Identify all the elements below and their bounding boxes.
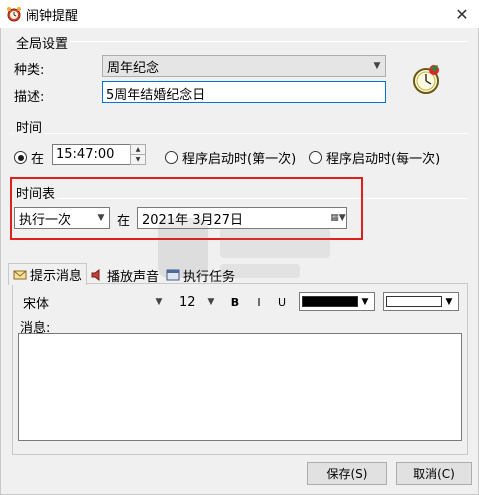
speaker-icon xyxy=(91,269,100,281)
tab-sound-label: 播放声音 xyxy=(107,269,160,285)
tab-task-label: 执行任务 xyxy=(183,269,236,285)
description-input[interactable]: 5周年结婚纪念日 xyxy=(102,81,386,103)
chevron-down-icon: ▼ xyxy=(445,296,453,307)
time-group-label: 时间 xyxy=(14,117,45,136)
radio-indicator xyxy=(309,151,322,164)
text-color-picker[interactable]: ▼ xyxy=(299,292,375,311)
radio-startup-each[interactable]: 程序启动时(每一次) xyxy=(309,148,440,167)
close-icon: ✕ xyxy=(455,4,469,24)
tab-sound[interactable]: 播放声音 xyxy=(86,265,163,285)
frequency-value: 执行一次 xyxy=(19,212,72,228)
alarm-clock-icon xyxy=(7,7,21,22)
chevron-down-icon: ▼ xyxy=(361,296,369,307)
tab-message-label: 提示消息 xyxy=(30,269,83,284)
background-color-swatch xyxy=(386,296,442,307)
date-value: 2021年 3月27日 xyxy=(142,212,244,228)
message-textarea[interactable] xyxy=(18,333,462,441)
category-label: 种类: xyxy=(14,63,45,78)
text-color-swatch xyxy=(302,296,358,307)
time-input[interactable]: 15:47:00 xyxy=(52,144,132,165)
schedule-group-line xyxy=(12,198,468,199)
message-icon xyxy=(13,270,27,279)
time-group-line xyxy=(12,133,468,134)
task-icon xyxy=(166,269,180,281)
global-group-line xyxy=(12,41,468,42)
alarm-clock-icon xyxy=(413,65,439,94)
spin-up-icon[interactable]: ▲ xyxy=(131,145,145,155)
font-size-select[interactable]: 12 ▼ xyxy=(174,292,220,312)
chevron-down-icon: ▼ xyxy=(373,61,381,71)
chevron-down-icon: ▼ xyxy=(155,297,163,307)
spin-down-icon[interactable]: ▼ xyxy=(131,155,145,164)
calendar-dropdown-icon[interactable]: ▦▼ xyxy=(330,213,346,223)
radio-startup-each-label: 程序启动时(每一次) xyxy=(326,152,441,167)
bold-button[interactable]: B xyxy=(228,296,242,309)
italic-button[interactable]: I xyxy=(252,296,266,309)
schedule-group-label: 时间表 xyxy=(14,183,58,202)
time-spinner[interactable]: ▲ ▼ xyxy=(130,144,146,165)
cancel-button[interactable]: 取消(C) xyxy=(396,462,472,485)
font-value: 宋体 xyxy=(23,296,50,312)
underline-button[interactable]: U xyxy=(275,296,289,309)
schedule-at-label: 在 xyxy=(117,214,131,229)
font-size-value: 12 xyxy=(179,294,196,310)
radio-indicator xyxy=(165,151,178,164)
date-picker[interactable]: 2021年 3月27日 ▦▼ xyxy=(137,207,347,229)
save-button[interactable]: 保存(S) xyxy=(307,462,387,485)
chevron-down-icon: ▼ xyxy=(97,213,105,223)
window-title: 闹钟提醒 xyxy=(26,9,79,24)
chevron-down-icon: ▼ xyxy=(207,297,215,307)
radio-selected-indicator xyxy=(14,151,27,164)
tab-task[interactable]: 执行任务 xyxy=(162,265,239,285)
description-label: 描述: xyxy=(14,90,45,105)
radio-startup-first[interactable]: 程序启动时(第一次) xyxy=(165,148,296,167)
font-select[interactable]: 宋体 ▼ xyxy=(18,292,168,312)
global-group-label: 全局设置 xyxy=(14,33,71,52)
radio-at-time[interactable]: 在 xyxy=(14,148,44,167)
close-button[interactable]: ✕ xyxy=(447,2,477,26)
tab-message[interactable]: 提示消息 xyxy=(8,263,88,285)
background-color-picker[interactable]: ▼ xyxy=(383,292,459,311)
category-select[interactable]: 周年纪念 ▼ xyxy=(102,55,386,77)
radio-startup-first-label: 程序启动时(第一次) xyxy=(182,152,297,167)
radio-at-time-label: 在 xyxy=(31,152,45,167)
frequency-select[interactable]: 执行一次 ▼ xyxy=(14,207,110,229)
category-value: 周年纪念 xyxy=(107,60,160,76)
